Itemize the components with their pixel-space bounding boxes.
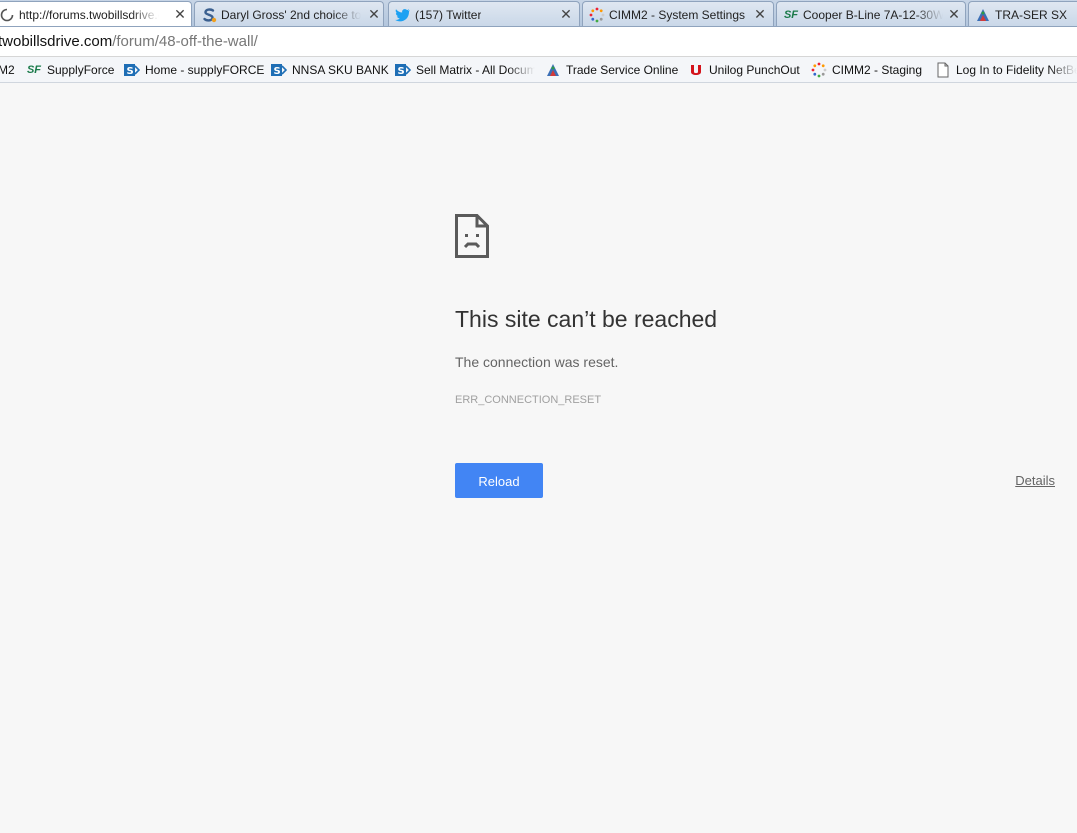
- bookmark-label: Home - supplyFORCE: [145, 63, 265, 77]
- bookmark-label: NNSA SKU BANK: [292, 63, 389, 77]
- close-tab-icon[interactable]: ✕: [559, 6, 573, 22]
- bookmark-unilog-punchout[interactable]: Unilog PunchOut: [688, 62, 800, 78]
- close-tab-icon[interactable]: ✕: [753, 6, 767, 22]
- cimm2-dots-icon: [589, 7, 605, 23]
- unilog-u-icon: [688, 62, 704, 78]
- supplyforce-sf-icon: SF: [26, 64, 42, 76]
- tab-strip: http://forums.twobillsdrive.com/forum/48…: [0, 0, 1077, 27]
- bookmark-label: CIMM2 - Staging: [832, 63, 923, 77]
- supplyforce-sf-icon: SF: [783, 9, 799, 21]
- close-tab-icon[interactable]: ✕: [367, 6, 381, 22]
- twitter-bird-icon: [395, 7, 411, 23]
- details-link[interactable]: Details: [1015, 473, 1055, 488]
- loading-spinner-icon: [0, 7, 15, 23]
- bookmark-trade-service-online[interactable]: Trade Service Online: [545, 62, 678, 78]
- svg-text:S: S: [274, 66, 281, 77]
- tab-title: Cooper B-Line 7A-12-30W: [803, 8, 943, 22]
- tab-daryl-gross[interactable]: Daryl Gross' 2nd choice to replace ✕: [194, 1, 384, 26]
- tab-tra-ser-sx[interactable]: TRA-SER SX: [968, 1, 1077, 26]
- error-message: The connection was reset.: [455, 354, 619, 370]
- bookmark-sell-matrix[interactable]: S Sell Matrix - All Documents: [395, 62, 535, 78]
- sharepoint-icon: S: [124, 62, 141, 78]
- tab-cooper-bline[interactable]: SF Cooper B-Line 7A-12-30W ✕: [776, 1, 966, 26]
- bookmark-label: Sell Matrix - All Documents: [416, 63, 535, 77]
- error-code: ERR_CONNECTION_RESET: [455, 394, 602, 406]
- bookmark-label: Trade Service Online: [566, 63, 679, 77]
- trade-service-icon: [545, 62, 561, 78]
- bookmark-label: Log In to Fidelity NetBenefits: [956, 63, 1077, 77]
- s-logo-icon: [201, 7, 217, 23]
- omnibox[interactable]: twobillsdrive.com/forum/48-off-the-wall/: [0, 27, 1077, 57]
- url-path: /forum/48-off-the-wall/: [112, 33, 258, 50]
- bookmark-label: Unilog PunchOut: [709, 63, 800, 77]
- reload-button[interactable]: Reload: [455, 463, 543, 498]
- cimm2-dots-icon: [811, 62, 827, 78]
- tab-twitter[interactable]: (157) Twitter ✕: [388, 1, 580, 26]
- svg-text:S: S: [127, 66, 134, 77]
- tab-title: CIMM2 - System Settings: [609, 8, 746, 22]
- tab-title: (157) Twitter: [415, 8, 482, 22]
- sharepoint-icon: S: [271, 62, 288, 78]
- error-title: This site can’t be reached: [455, 306, 718, 332]
- bookmarks-bar: M2 SF SupplyForce S Home - supplyFORCE S …: [0, 57, 1077, 83]
- sharepoint-icon: S: [395, 62, 412, 78]
- bookmark-supplyforce[interactable]: SF SupplyForce: [26, 62, 114, 78]
- bookmark-label: M2: [0, 63, 15, 77]
- bookmark-fidelity-netbenefits[interactable]: Log In to Fidelity NetBenefits: [935, 62, 1077, 78]
- address-bar-url[interactable]: twobillsdrive.com/forum/48-off-the-wall/: [0, 33, 258, 51]
- tab-forums-twobillsdrive[interactable]: http://forums.twobillsdrive.com/forum/48…: [0, 1, 192, 26]
- page-icon: [935, 62, 951, 78]
- trade-service-icon: [975, 7, 991, 23]
- tab-title: TRA-SER SX: [995, 8, 1068, 22]
- tab-cimm2-system-settings[interactable]: CIMM2 - System Settings ✕: [582, 1, 774, 26]
- tab-title: http://forums.twobillsdrive.com/forum/48…: [19, 8, 159, 22]
- tab-title: Daryl Gross' 2nd choice to replace: [221, 8, 361, 22]
- bookmark-cimm2-staging[interactable]: CIMM2 - Staging: [811, 62, 922, 78]
- close-tab-icon[interactable]: ✕: [947, 6, 961, 22]
- bookmark-label: SupplyForce: [47, 63, 115, 77]
- bookmark-home-supplyforce[interactable]: S Home - supplyFORCE: [124, 62, 264, 78]
- sad-page-icon: [455, 214, 489, 258]
- svg-text:S: S: [398, 66, 405, 77]
- bookmark-nnsa-sku-bank[interactable]: S NNSA SKU BANK: [271, 62, 389, 78]
- url-host: twobillsdrive.com: [0, 33, 113, 50]
- close-tab-icon[interactable]: ✕: [173, 6, 187, 22]
- bookmark-cimm2[interactable]: M2: [0, 62, 15, 78]
